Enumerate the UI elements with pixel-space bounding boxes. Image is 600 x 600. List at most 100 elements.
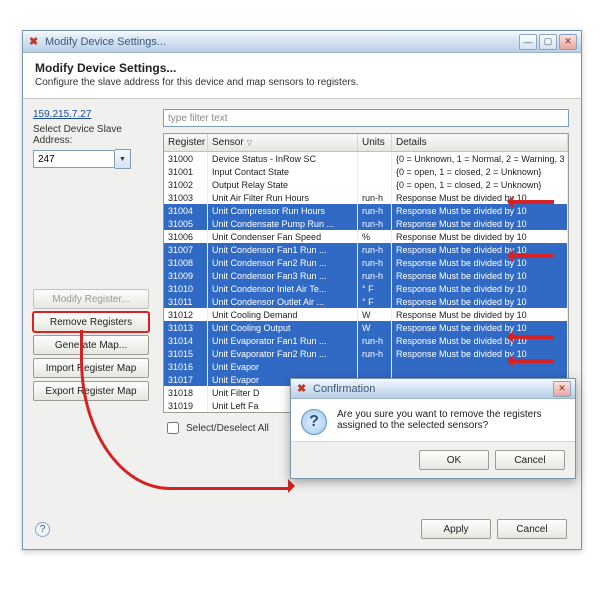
dialog-cancel-button[interactable]: Cancel (495, 450, 565, 470)
table-row[interactable]: 31005Unit Condensate Pump Run ...run-hRe… (164, 217, 568, 230)
filter-input[interactable] (163, 109, 569, 127)
grid-header[interactable]: Register Sensor▽ Units Details (164, 134, 568, 152)
cell-reg: 31011 (164, 295, 208, 308)
cell-reg: 31004 (164, 204, 208, 217)
table-row[interactable]: 31006Unit Condenser Fan Speed%Response M… (164, 230, 568, 243)
cancel-button[interactable]: Cancel (497, 519, 567, 539)
apply-button[interactable]: Apply (421, 519, 491, 539)
cell-reg: 31000 (164, 152, 208, 165)
table-row[interactable]: 31000Device Status - InRow SC {0 = Unknow… (164, 152, 568, 165)
annotation-arrow-icon (510, 254, 554, 258)
cell-details: Response Must be divided by 10 (392, 282, 568, 295)
remove-registers-button[interactable]: Remove Registers (33, 312, 149, 332)
dialog-ok-button[interactable]: OK (419, 450, 489, 470)
cell-sensor: Unit Air Filter Run Hours (208, 191, 358, 204)
app-icon: ✖ (29, 36, 41, 48)
cell-units: ° F (358, 282, 392, 295)
cell-reg: 31010 (164, 282, 208, 295)
cell-reg: 31008 (164, 256, 208, 269)
table-row[interactable]: 31010Unit Condensor Inlet Air Te...° FRe… (164, 282, 568, 295)
cell-units: W (358, 308, 392, 321)
cell-details: {0 = Unknown, 1 = Normal, 2 = Warning, 3… (392, 152, 568, 165)
cell-sensor: Input Contact State (208, 165, 358, 178)
page-title: Modify Device Settings... (35, 61, 569, 75)
cell-reg: 31001 (164, 165, 208, 178)
cell-units: W (358, 321, 392, 334)
cell-units: ° F (358, 295, 392, 308)
chevron-down-icon[interactable]: ▼ (115, 149, 131, 169)
cell-details: Response Must be divided by 10 (392, 204, 568, 217)
sort-asc-icon: ▽ (247, 139, 252, 147)
table-row[interactable]: 31012Unit Cooling DemandWResponse Must b… (164, 308, 568, 321)
cell-units (358, 152, 392, 165)
slave-address-combo[interactable]: ▼ (33, 149, 159, 169)
cell-sensor: Device Status - InRow SC (208, 152, 358, 165)
help-icon[interactable]: ? (35, 522, 50, 537)
cell-details: Response Must be divided by 10 (392, 308, 568, 321)
cell-sensor: Unit Condensor Fan2 Run ... (208, 256, 358, 269)
col-sensor: Sensor▽ (208, 134, 358, 151)
cell-units: run-h (358, 217, 392, 230)
window-title: Modify Device Settings... (45, 36, 166, 48)
cell-units: run-h (358, 191, 392, 204)
dialog-message: Are you sure you want to remove the regi… (337, 409, 565, 435)
cell-sensor: Unit Condensate Pump Run ... (208, 217, 358, 230)
table-row[interactable]: 31011Unit Condensor Outlet Air ...° FRes… (164, 295, 568, 308)
cell-sensor: Unit Condenser Fan Speed (208, 230, 358, 243)
cell-reg: 31005 (164, 217, 208, 230)
cell-details: {0 = open, 1 = closed, 2 = Unknown} (392, 178, 568, 191)
cell-details: Response Must be divided by 10 (392, 230, 568, 243)
cell-units (358, 178, 392, 191)
cell-reg: 31002 (164, 178, 208, 191)
device-ip-link[interactable]: 159.215.7.27 (33, 109, 159, 120)
cell-units: run-h (358, 204, 392, 217)
cell-reg: 31012 (164, 308, 208, 321)
dialog-footer: OK Cancel (291, 442, 575, 478)
table-row[interactable]: 31001Input Contact State {0 = open, 1 = c… (164, 165, 568, 178)
cell-details: Response Must be divided by 10 (392, 295, 568, 308)
page-subtitle: Configure the slave address for this dev… (35, 77, 569, 88)
cell-units (358, 165, 392, 178)
close-button[interactable]: ✕ (559, 34, 577, 50)
cell-sensor: Unit Compressor Run Hours (208, 204, 358, 217)
dialog-close-button[interactable]: ✕ (553, 381, 571, 397)
app-icon: ✖ (297, 383, 309, 395)
cell-details: Response Must be divided by 10 (392, 217, 568, 230)
cell-units: run-h (358, 334, 392, 347)
annotation-arrow-icon (510, 359, 554, 363)
minimize-button[interactable]: — (519, 34, 537, 50)
slave-address-input[interactable] (33, 150, 115, 168)
cell-units: run-h (358, 269, 392, 282)
cell-sensor: Unit Condensor Fan3 Run ... (208, 269, 358, 282)
slave-address-label: Select Device Slave Address: (33, 124, 159, 146)
dialog-title: Confirmation (313, 383, 375, 395)
col-details: Details (392, 134, 568, 151)
question-icon: ? (301, 409, 327, 435)
cell-units: run-h (358, 243, 392, 256)
confirmation-dialog: ✖ Confirmation ✕ ? Are you sure you want… (290, 378, 576, 479)
col-register: Register (164, 134, 208, 151)
left-column: 159.215.7.27 Select Device Slave Address… (33, 109, 159, 169)
table-row[interactable]: 31002Output Relay State {0 = open, 1 = cl… (164, 178, 568, 191)
cell-reg: 31006 (164, 230, 208, 243)
cell-details: {0 = open, 1 = closed, 2 = Unknown} (392, 165, 568, 178)
cell-units: run-h (358, 256, 392, 269)
titlebar[interactable]: ✖ Modify Device Settings... — ▢ ✕ (23, 31, 581, 53)
cell-units (358, 360, 392, 373)
cell-reg: 31009 (164, 269, 208, 282)
cell-reg: 31003 (164, 191, 208, 204)
cell-sensor: Unit Condensor Inlet Air Te... (208, 282, 358, 295)
dialog-titlebar[interactable]: ✖ Confirmation ✕ (291, 379, 575, 399)
header-band: Modify Device Settings... Configure the … (23, 53, 581, 99)
col-units: Units (358, 134, 392, 151)
table-row[interactable]: 31009Unit Condensor Fan3 Run ...run-hRes… (164, 269, 568, 282)
maximize-button[interactable]: ▢ (539, 34, 557, 50)
cell-sensor: Unit Condensor Outlet Air ... (208, 295, 358, 308)
annotation-arrow-icon (510, 200, 554, 204)
cell-sensor: Output Relay State (208, 178, 358, 191)
cell-sensor: Unit Cooling Demand (208, 308, 358, 321)
cell-details: Response Must be divided by 10 (392, 269, 568, 282)
cell-sensor: Unit Condensor Fan1 Run ... (208, 243, 358, 256)
cell-units: run-h (358, 347, 392, 360)
cell-units: % (358, 230, 392, 243)
